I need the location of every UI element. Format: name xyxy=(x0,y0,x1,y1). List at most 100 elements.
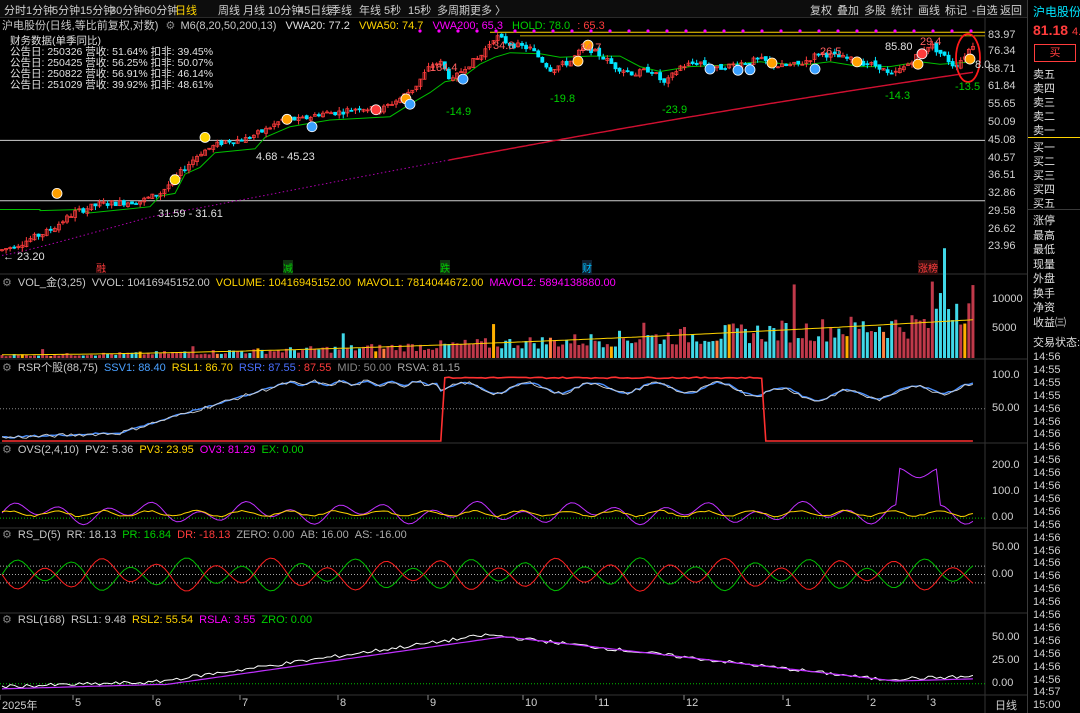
period-tab[interactable]: 1分钟 xyxy=(26,2,54,18)
volume-bar xyxy=(800,338,804,358)
period-tab[interactable]: 分时 xyxy=(4,2,26,18)
candle-body xyxy=(239,139,244,142)
toolbar-button[interactable]: -自选 xyxy=(972,2,998,18)
event-marker[interactable]: 融 xyxy=(96,260,106,275)
period-tab[interactable]: 15秒 xyxy=(408,2,431,18)
candle-body xyxy=(796,60,801,65)
ovs-panel-header: ⚙ OVS(2,4,10) PV2: 5.36 PV3: 23.95 OV3: 81.2… xyxy=(2,443,310,456)
settings-icon[interactable]: ⚙ xyxy=(2,362,12,374)
volume-bar xyxy=(386,346,390,358)
trade-time: 14:56 xyxy=(1033,660,1061,673)
candle-body xyxy=(499,33,504,38)
period-tab[interactable]: 日线 xyxy=(175,2,197,18)
period-tab[interactable]: 月线 xyxy=(243,2,265,18)
volume-bar xyxy=(236,351,240,358)
volume-bar xyxy=(597,341,601,358)
toolbar-button[interactable]: 返回 xyxy=(1000,2,1022,18)
trade-time: 14:57 xyxy=(1033,686,1061,699)
period-tab[interactable]: 5秒 xyxy=(384,2,401,18)
ov3-line xyxy=(1,467,974,526)
indicator-tick: 50.00 xyxy=(992,541,1020,554)
volume-bar xyxy=(85,355,89,358)
signal-icon xyxy=(766,57,778,69)
orderbook-label: 卖一 xyxy=(1033,125,1055,137)
volume-bar xyxy=(565,339,569,358)
signal-dot xyxy=(722,29,726,33)
settings-icon[interactable]: ⚙ xyxy=(2,529,12,541)
volume-bar xyxy=(691,334,695,358)
candle-body xyxy=(316,114,321,117)
rr-value: RR: 18.13 xyxy=(66,529,117,541)
candle-body xyxy=(292,116,297,121)
volume-bar xyxy=(658,343,662,358)
candle-body xyxy=(130,201,134,205)
period-tab[interactable]: 45日线 xyxy=(298,2,332,18)
volume-bar xyxy=(886,337,890,358)
period-tab[interactable]: 周线 xyxy=(218,2,240,18)
volume-bar xyxy=(73,355,77,358)
signal-dot xyxy=(931,29,935,33)
ab-value: AB: 16.00 xyxy=(300,529,349,541)
date-tick: 12 xyxy=(686,697,699,709)
event-marker[interactable]: 跌 xyxy=(440,260,450,275)
period-tab[interactable]: 更多 〉 xyxy=(470,2,506,18)
toolbar-button[interactable]: 标记 xyxy=(945,2,967,18)
volume-bar xyxy=(898,327,902,358)
signal-dot xyxy=(684,29,688,33)
volume-bar xyxy=(678,328,682,358)
volume-bar xyxy=(971,285,975,358)
toolbar-button[interactable]: 复权 xyxy=(810,2,832,18)
candle-body xyxy=(950,61,955,67)
toolbar-button[interactable]: 画线 xyxy=(918,2,940,18)
vwa20-value: VWA20: 77.2 xyxy=(285,20,350,32)
period-tab[interactable]: 30分钟 xyxy=(110,2,144,18)
volume-bar xyxy=(630,343,634,358)
toolbar-button[interactable]: 叠加 xyxy=(837,2,859,18)
period-tab[interactable]: 60分钟 xyxy=(144,2,178,18)
toolbar-button[interactable]: 多股 xyxy=(864,2,886,18)
candle-body xyxy=(341,111,346,115)
period-tab[interactable]: 季线 xyxy=(330,2,352,18)
settings-icon[interactable]: ⚙ xyxy=(2,277,12,289)
candle-body xyxy=(662,78,667,83)
volume-bar xyxy=(45,355,49,358)
signal-icon xyxy=(281,113,293,125)
signal-dot xyxy=(836,29,840,33)
chart-title: 沪电股份(日线,等比前复权,对数) xyxy=(2,20,159,32)
event-marker[interactable]: 涨榜 xyxy=(918,260,938,275)
date-tick: 5 xyxy=(75,697,82,709)
volume-bar xyxy=(557,346,561,358)
trade-time: 14:56 xyxy=(1033,596,1061,609)
candle-body xyxy=(650,72,654,74)
volume-bar xyxy=(483,338,487,358)
period-tab[interactable]: 多周期 xyxy=(437,2,470,18)
candle-body xyxy=(182,169,187,172)
settings-icon[interactable]: ⚙ xyxy=(2,444,12,456)
period-tag[interactable]: 日线 xyxy=(995,697,1017,713)
volume-bar xyxy=(223,353,227,358)
settings-icon[interactable]: ⚙ xyxy=(166,20,176,32)
volume-bar xyxy=(138,351,142,358)
period-tab[interactable]: 5分钟 xyxy=(52,2,80,18)
stock-change: 4. xyxy=(1072,26,1080,38)
volume-bar xyxy=(760,339,764,358)
period-tab[interactable]: 年线 xyxy=(359,2,381,18)
mid-value: MID: 50.00 xyxy=(337,362,392,374)
toolbar-button[interactable]: 统计 xyxy=(891,2,913,18)
event-marker[interactable]: 财 xyxy=(582,260,592,275)
candle-body xyxy=(121,200,126,206)
chart-area[interactable]: 沪电股份(日线,等比前复权,对数) ⚙ M6(8,20,50,200,13) V… xyxy=(0,18,1027,713)
volume-bar xyxy=(423,350,426,358)
quote-sidebar: 沪电股份 81.184. 买 卖五卖四卖三卖二卖一买一买二买三买四买五涨停最高最… xyxy=(1027,0,1080,713)
settings-icon[interactable]: ⚙ xyxy=(2,614,12,626)
volume-bar xyxy=(715,340,719,358)
volume-bar xyxy=(272,351,276,358)
event-marker[interactable]: 减 xyxy=(283,260,293,275)
pr-value: PR: 16.84 xyxy=(122,529,172,541)
volume-bar xyxy=(601,347,605,358)
buy-button[interactable]: 买 xyxy=(1034,44,1076,62)
volume-bar xyxy=(683,327,686,358)
volume-bar xyxy=(150,354,154,358)
stock-name: 沪电股份 xyxy=(1033,5,1080,19)
volume-bar xyxy=(240,351,244,358)
